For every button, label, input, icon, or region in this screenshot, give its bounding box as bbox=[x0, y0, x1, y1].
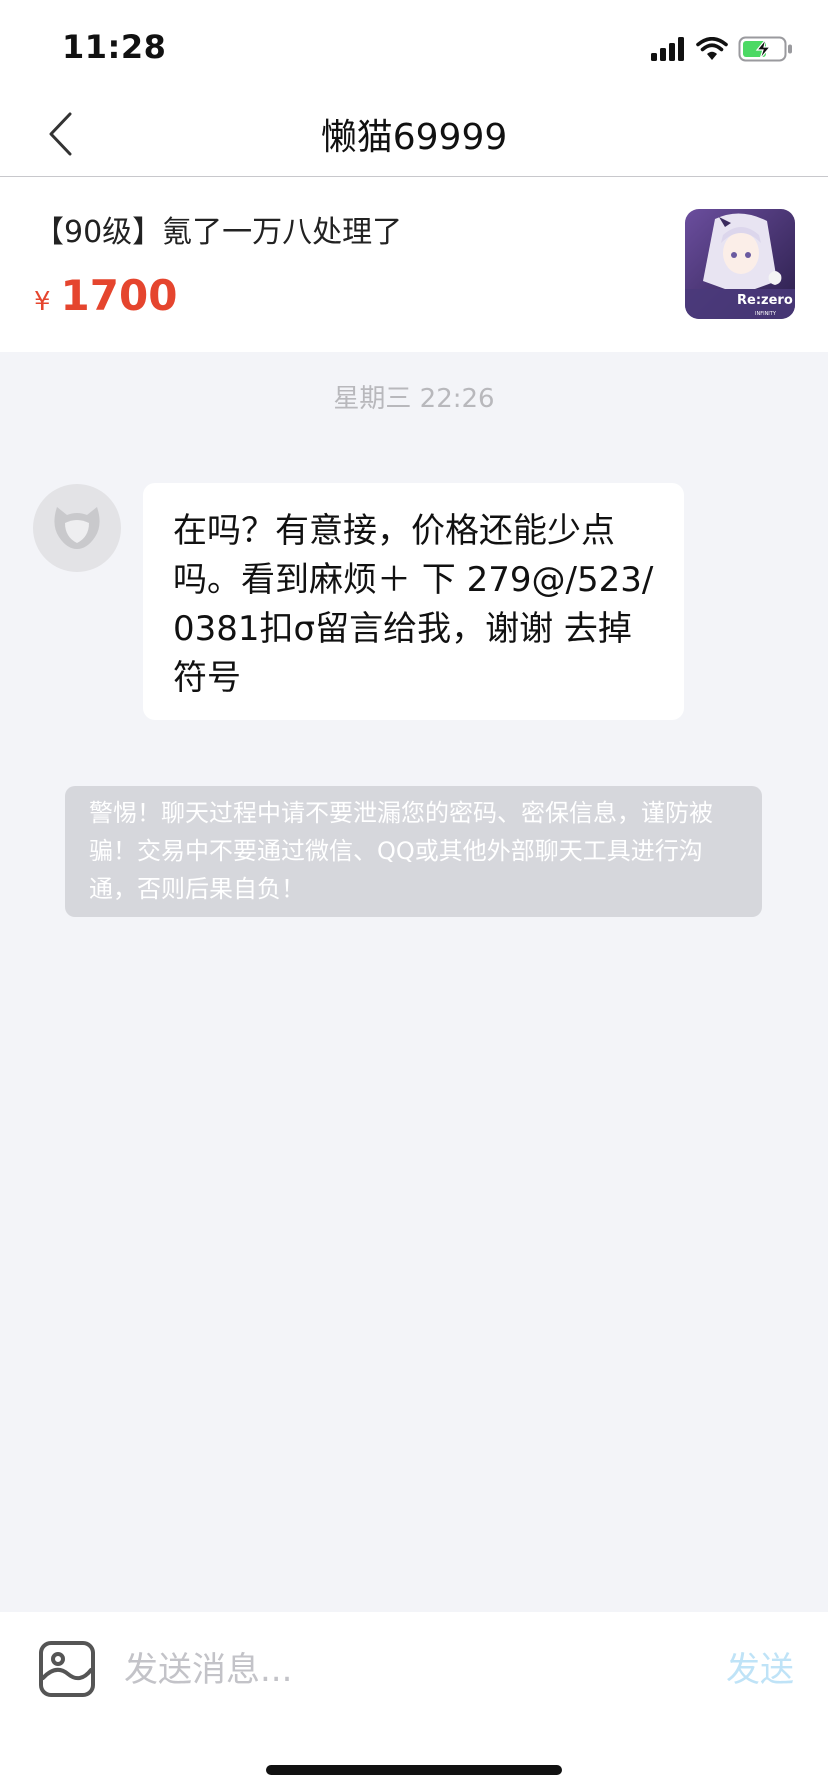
home-indicator[interactable] bbox=[266, 1765, 562, 1775]
status-bar: 11:28 bbox=[0, 0, 828, 90]
send-button[interactable]: 发送 bbox=[726, 1642, 794, 1691]
product-title: 【90级】氪了一万八处理了 bbox=[34, 215, 403, 250]
product-thumbnail[interactable]: Re:zero INFINITY bbox=[685, 209, 795, 319]
message-bubble[interactable]: 在吗？有意接，价格还能少点吗。看到麻烦＋ 下 279@/523/0381扣σ留言… bbox=[143, 483, 684, 720]
product-price: ¥ 1700 bbox=[34, 271, 177, 320]
avatar[interactable] bbox=[33, 484, 121, 572]
page-title: 懒猫69999 bbox=[320, 117, 508, 158]
image-icon bbox=[39, 1641, 95, 1697]
status-time: 11:28 bbox=[62, 28, 167, 66]
product-card[interactable]: 【90级】氪了一万八处理了 ¥ 1700 Re:zero INFINITY bbox=[0, 177, 828, 352]
default-avatar-icon bbox=[54, 507, 100, 549]
nav-bar: 懒猫69999 bbox=[0, 90, 828, 177]
status-icons bbox=[650, 34, 794, 64]
thumbnail-title: Re:zero bbox=[737, 293, 793, 308]
chat-timestamp: 星期三 22:26 bbox=[333, 384, 495, 414]
wifi-icon bbox=[696, 37, 728, 60]
price-value: 1700 bbox=[60, 271, 178, 320]
image-button[interactable] bbox=[38, 1640, 96, 1698]
battery-charging-icon bbox=[738, 36, 792, 62]
price-currency: ¥ bbox=[34, 287, 51, 317]
thumbnail-subtitle: INFINITY bbox=[755, 311, 777, 317]
product-thumbnail-art: Re:zero INFINITY bbox=[685, 209, 795, 319]
signal-icon bbox=[651, 37, 684, 61]
security-warning: 警惕！聊天过程中请不要泄漏您的密码、密保信息，谨防被骗！交易中不要通过微信、QQ… bbox=[65, 786, 762, 917]
message-input[interactable] bbox=[122, 1636, 686, 1704]
